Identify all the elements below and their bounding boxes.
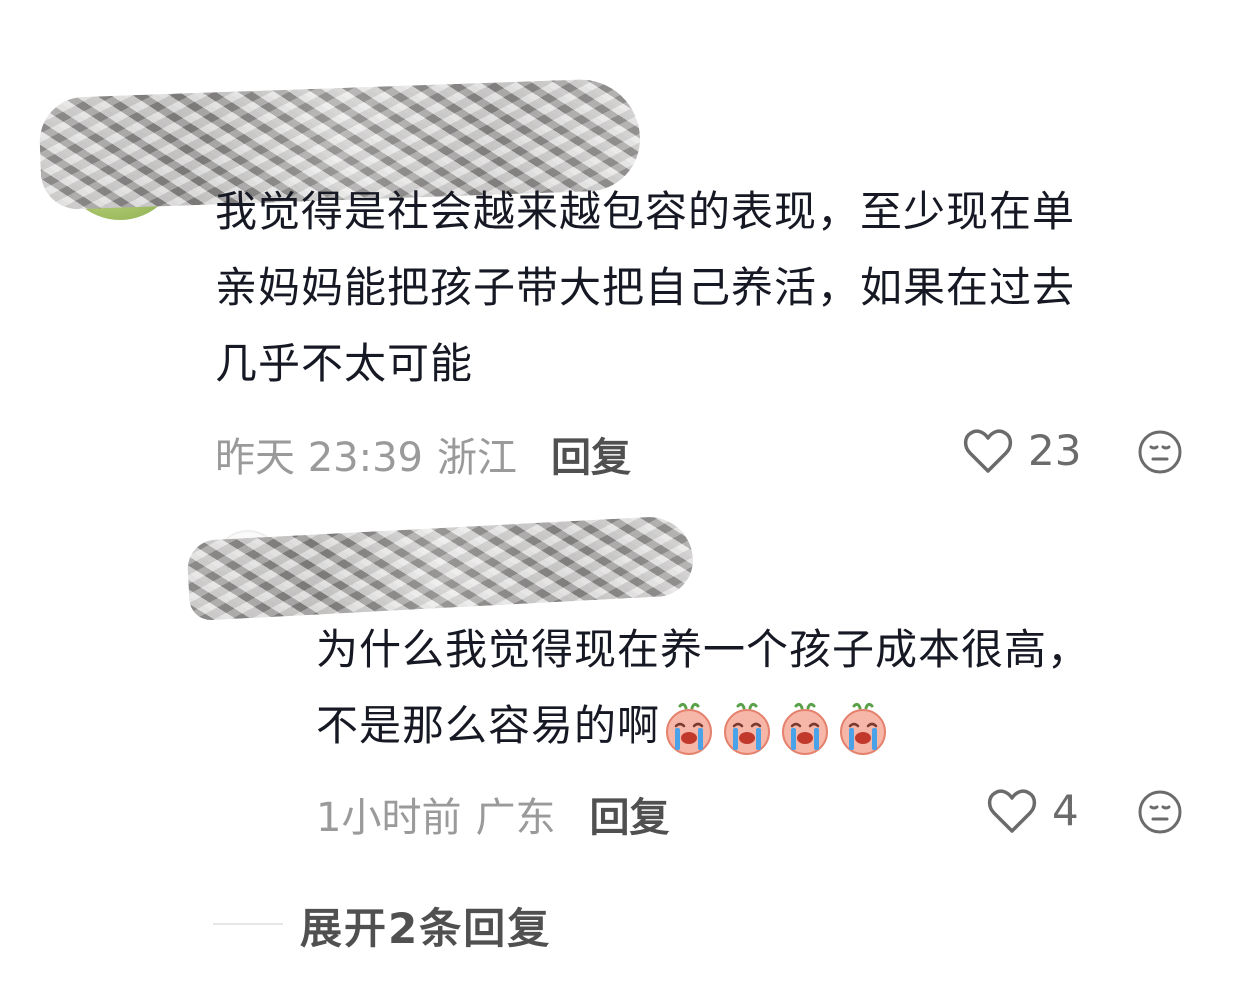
reply-button[interactable]: 回复: [551, 425, 631, 483]
emoji-row: [662, 702, 890, 756]
reply-like-count: 4: [1052, 786, 1079, 835]
reply-body: 为什么我觉得现在养一个孩子成本很高， 不是那么容易的啊: [316, 612, 1216, 764]
reply-meta: 1小时前 广东 回复: [316, 785, 669, 843]
comment-meta: 昨天 23:39 浙江 回复: [215, 425, 631, 483]
comment-line: 亲妈妈能把孩子带大把自己养活，如果在过去: [215, 263, 1076, 312]
comment-time: 昨天 23:39: [215, 435, 423, 481]
like-count: 23: [1028, 426, 1082, 475]
crying-face-emoji: [666, 702, 713, 755]
comment-location: 浙江: [437, 435, 517, 481]
reply-line-2: 不是那么容易的啊: [316, 688, 1216, 764]
expand-replies-button[interactable]: 展开2条回复: [300, 895, 551, 956]
expand-divider: [213, 923, 283, 925]
reply-location: 广东: [475, 795, 556, 841]
crying-face-emoji: [840, 702, 887, 755]
comment-line: 几乎不太可能: [215, 339, 474, 388]
neutral-face-icon[interactable]: [1137, 789, 1183, 835]
like-button[interactable]: 23: [962, 426, 1081, 475]
comment-body: 我觉得是社会越来越包容的表现，至少现在单 亲妈妈能把孩子带大把自己养活，如果在过…: [215, 174, 1215, 402]
crying-face-emoji: [782, 702, 829, 755]
reply-time: 1小时前: [316, 795, 462, 841]
reply-like-button[interactable]: 4: [986, 786, 1079, 835]
crying-face-emoji: [724, 702, 771, 755]
heart-outline-icon: [963, 428, 1013, 473]
comment-line: 我觉得是社会越来越包容的表现，至少现在单: [215, 187, 1076, 236]
redacted-reply-username: [186, 514, 695, 622]
reply-reply-button[interactable]: 回复: [589, 785, 669, 843]
heart-outline-icon: [987, 788, 1037, 833]
reply-line: 为什么我觉得现在养一个孩子成本很高，: [316, 625, 1091, 674]
neutral-face-icon[interactable]: [1137, 429, 1183, 475]
reply-line-text: 不是那么容易的啊: [316, 701, 661, 750]
